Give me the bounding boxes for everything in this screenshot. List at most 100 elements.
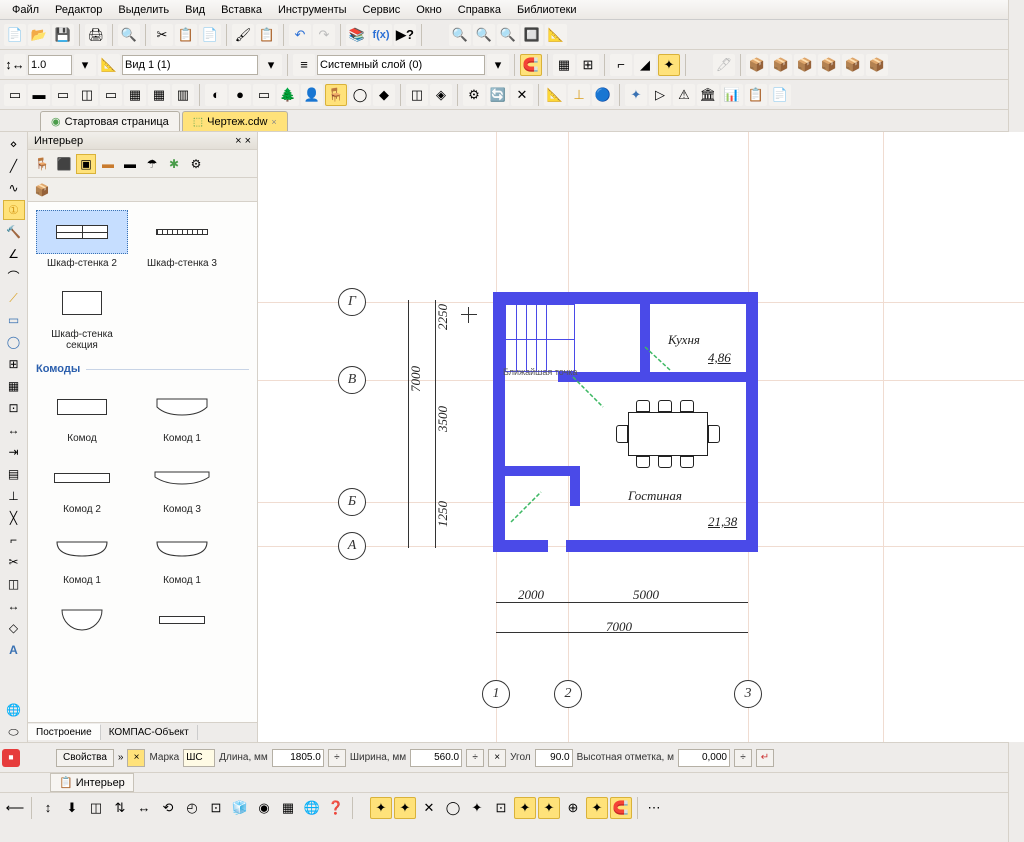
lt-trim[interactable]: ✂: [3, 552, 25, 572]
lib-item-komod-1[interactable]: Комод 1: [136, 385, 228, 444]
ext1-button[interactable]: 📦: [746, 54, 768, 76]
menu-service[interactable]: Сервис: [355, 2, 409, 18]
copy-button[interactable]: 📋: [175, 24, 197, 46]
lib-item-half-circle[interactable]: [36, 598, 128, 646]
refresh-button[interactable]: 📐: [545, 24, 567, 46]
dwg-btn-31[interactable]: 📄: [769, 84, 791, 106]
dwg-btn-26[interactable]: ▷: [649, 84, 671, 106]
bt-5[interactable]: ⇅: [109, 797, 131, 819]
new-button[interactable]: 📄: [4, 24, 26, 46]
lt-spline[interactable]: ∿: [3, 178, 25, 198]
layer-dropdown-button[interactable]: ▾: [487, 54, 509, 76]
print-button[interactable]: 🖨: [85, 24, 107, 46]
view-mode-button[interactable]: 📐: [98, 54, 120, 76]
bt-11[interactable]: ◉: [253, 797, 275, 819]
bt-snap-10[interactable]: ✦: [586, 797, 608, 819]
lt-tangent[interactable]: ⟋: [3, 288, 25, 308]
lt-snap[interactable]: ⇥: [3, 442, 25, 462]
panel-close-icon[interactable]: × ×: [235, 135, 251, 147]
lib-item-komod[interactable]: Комод: [36, 385, 128, 444]
zoom-out-button[interactable]: 🔍: [473, 24, 495, 46]
pf-tab-build[interactable]: Построение: [28, 724, 101, 740]
ext6-button[interactable]: 📦: [866, 54, 888, 76]
width-input[interactable]: [410, 749, 462, 767]
height-input[interactable]: [678, 749, 730, 767]
close-tab-icon[interactable]: ×: [271, 117, 276, 127]
pt-view-mode[interactable]: 📦: [32, 180, 52, 200]
scale-dropdown-button[interactable]: ▾: [74, 54, 96, 76]
dwg-btn-12[interactable]: 🌲: [277, 84, 299, 106]
bt-8[interactable]: ◴: [181, 797, 203, 819]
tab-interior[interactable]: 📋Интерьер: [50, 773, 134, 792]
pt-cabinet[interactable]: ▣: [76, 154, 96, 174]
lt-grid[interactable]: ⊡: [3, 398, 25, 418]
dwg-btn-13[interactable]: 👤: [301, 84, 323, 106]
lt-perp[interactable]: ⊥: [3, 486, 25, 506]
bt-9[interactable]: ⊡: [205, 797, 227, 819]
dwg-btn-28[interactable]: 🏛: [697, 84, 719, 106]
zoom-window-button[interactable]: 🔲: [521, 24, 543, 46]
dwg-btn-19[interactable]: ⚙: [463, 84, 485, 106]
lib-item-komod-2[interactable]: Комод 2: [36, 456, 128, 515]
dwg-btn-furniture[interactable]: 🪑: [325, 84, 347, 106]
dwg-btn-24[interactable]: 🔵: [592, 84, 614, 106]
dwg-btn-29[interactable]: 📊: [721, 84, 743, 106]
pt-table[interactable]: ⬛: [54, 154, 74, 174]
bt-snap-7[interactable]: ✦: [514, 797, 536, 819]
redo-button[interactable]: ↷: [313, 24, 335, 46]
bt-12[interactable]: ▦: [277, 797, 299, 819]
undo-button[interactable]: ↶: [289, 24, 311, 46]
dwg-btn-4[interactable]: ◫: [76, 84, 98, 106]
bt-snap-8[interactable]: ✦: [538, 797, 560, 819]
coords-button[interactable]: ↕↔: [4, 54, 26, 76]
lt-angle[interactable]: ∠: [3, 244, 25, 264]
lt-circle[interactable]: ①: [3, 200, 25, 220]
lt-fillet[interactable]: ⌐: [3, 530, 25, 550]
bt-7[interactable]: ⟲: [157, 797, 179, 819]
lib-item-shkaf-stenka-3[interactable]: Шкаф-стенка 3: [136, 210, 228, 269]
grid-button[interactable]: ▦: [553, 54, 575, 76]
library-button[interactable]: 📚: [346, 24, 368, 46]
bt-snap-2[interactable]: ✦: [394, 797, 416, 819]
bt-6[interactable]: ↔: [133, 797, 155, 819]
lt-ellipse[interactable]: ◯: [3, 332, 25, 352]
dwg-btn-21[interactable]: ✕: [511, 84, 533, 106]
lt-intersect[interactable]: ╳: [3, 508, 25, 528]
length-stepper[interactable]: ÷: [328, 749, 346, 767]
fx-button[interactable]: f(x): [370, 24, 392, 46]
lt-diamond[interactable]: ◇: [3, 618, 25, 638]
save-button[interactable]: 💾: [52, 24, 74, 46]
properties-button[interactable]: 📋: [256, 24, 278, 46]
width-stepper[interactable]: ÷: [466, 749, 484, 767]
mark-input[interactable]: [183, 749, 215, 767]
lt-line[interactable]: ╱: [3, 156, 25, 176]
bt-snap-6[interactable]: ⊡: [490, 797, 512, 819]
dwg-btn-15[interactable]: ◯: [349, 84, 371, 106]
grid-toggle-button[interactable]: ⊞: [577, 54, 599, 76]
menu-edit[interactable]: Редактор: [47, 2, 110, 18]
pt-gear[interactable]: ⚙: [186, 154, 206, 174]
help-cursor-button[interactable]: ▶?: [394, 24, 416, 46]
menu-file[interactable]: Файл: [4, 2, 47, 18]
ext4-button[interactable]: 📦: [818, 54, 840, 76]
track-button[interactable]: ✦: [658, 54, 680, 76]
zoom-fit-button[interactable]: 🔍: [497, 24, 519, 46]
pt-chair[interactable]: 🪑: [32, 154, 52, 174]
bt-2[interactable]: ↕: [37, 797, 59, 819]
bt-snap-3[interactable]: ✕: [418, 797, 440, 819]
layer-icon[interactable]: ≡: [293, 54, 315, 76]
drawing-canvas[interactable]: 7000 2250 3500 1250 Г В Б А 1 2 3 2000 5…: [258, 132, 1024, 742]
lt-arc[interactable]: ⌒: [3, 266, 25, 286]
dwg-btn-25[interactable]: ✦: [625, 84, 647, 106]
lib-item-shkaf-stenka-2[interactable]: Шкаф-стенка 2: [36, 210, 128, 269]
dwg-btn-20[interactable]: 🔄: [487, 84, 509, 106]
lt-offset[interactable]: ◫: [3, 574, 25, 594]
mark-toggle[interactable]: ×: [127, 749, 145, 767]
dwg-btn-22[interactable]: 📐: [544, 84, 566, 106]
lt-sphere[interactable]: 🌐: [3, 700, 25, 720]
lib-item-shkaf-section[interactable]: Шкаф-стенка секция: [36, 281, 128, 351]
dwg-btn-5[interactable]: ▭: [100, 84, 122, 106]
ext3-button[interactable]: 📦: [794, 54, 816, 76]
dwg-btn-11[interactable]: ▭: [253, 84, 275, 106]
menu-libraries[interactable]: Библиотеки: [509, 2, 585, 18]
